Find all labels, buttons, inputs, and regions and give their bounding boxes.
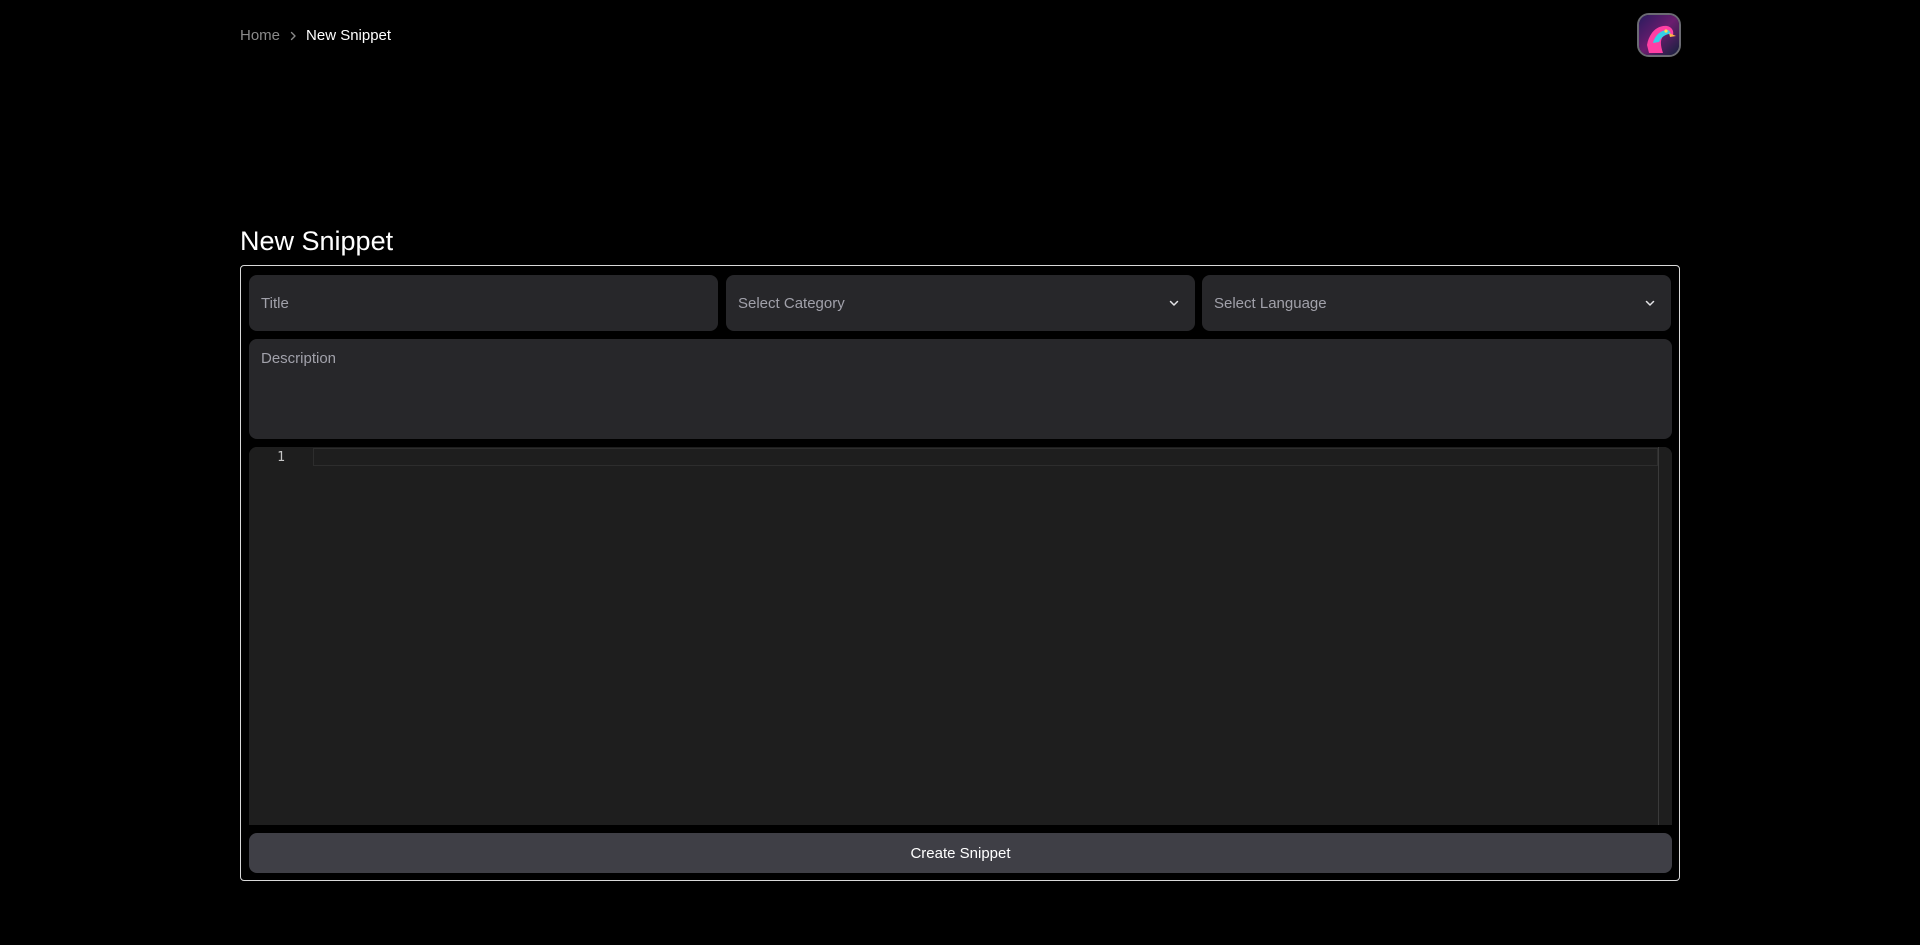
editor-current-line[interactable] [313, 448, 1658, 466]
language-select[interactable]: Select Language [1202, 275, 1671, 331]
breadcrumb-current: New Snippet [306, 27, 392, 44]
category-select-label: Select Category [738, 294, 845, 312]
breadcrumb: Home New Snippet [240, 26, 391, 46]
code-editor[interactable]: 1 [249, 447, 1672, 825]
language-select-label: Select Language [1214, 294, 1327, 312]
description-textarea[interactable] [249, 339, 1672, 439]
chevron-down-icon [1167, 296, 1181, 310]
title-input[interactable] [249, 275, 718, 331]
breadcrumb-home-link[interactable]: Home [240, 26, 280, 46]
page-title: New Snippet [240, 226, 394, 256]
avatar-image [1639, 15, 1679, 55]
create-snippet-button[interactable]: Create Snippet [249, 833, 1672, 873]
new-snippet-form: Select Category Select Language 1 [240, 265, 1680, 881]
chevron-down-icon [1643, 296, 1657, 310]
category-select[interactable]: Select Category [726, 275, 1195, 331]
editor-gutter: 1 [249, 447, 313, 825]
editor-scrollbar[interactable] [1658, 447, 1672, 825]
line-number: 1 [277, 450, 285, 465]
chevron-right-icon [287, 30, 299, 42]
user-avatar[interactable] [1637, 13, 1681, 57]
page: Home New Snippet New Snippet Title Selec… [0, 0, 1920, 945]
